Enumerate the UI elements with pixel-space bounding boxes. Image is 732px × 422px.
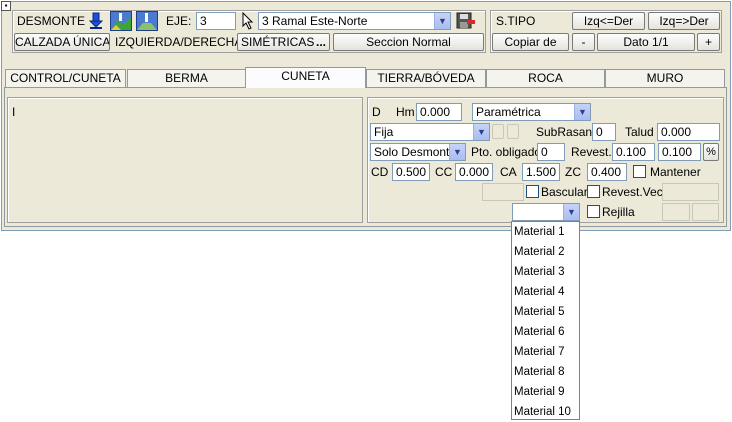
list-item[interactable]: Material 3: [512, 262, 579, 282]
ramal-select[interactable]: 3 Ramal Este-Norte ▼: [258, 12, 451, 30]
fija-select-value: Fija: [374, 125, 394, 139]
tab-tierra-boveda[interactable]: TIERRA/BÓVEDA: [366, 69, 486, 87]
material-select[interactable]: ▼: [512, 203, 580, 221]
calzada-unica-button[interactable]: CALZADA ÚNICA: [14, 33, 110, 51]
list-item[interactable]: Material 5: [512, 302, 579, 322]
revest-vec-label: Revest.Vec.: [602, 185, 667, 199]
bascular-label: Bascular: [541, 185, 588, 199]
rejilla-label: Rejilla: [602, 205, 635, 219]
subrasante-input[interactable]: 0: [592, 123, 616, 141]
revest-input-1[interactable]: 0.100: [612, 143, 655, 161]
ramal-select-value: 3 Ramal Este-Norte: [262, 14, 368, 28]
desmonte-label: DESMONTE: [17, 14, 86, 28]
fija-select[interactable]: Fija ▼: [370, 123, 490, 141]
chevron-down-icon: ▼: [449, 144, 465, 160]
chevron-down-icon: ▼: [563, 204, 579, 220]
terrain-view-icon[interactable]: [110, 11, 132, 31]
disabled-toggle-2: [507, 124, 519, 139]
izq-der-copy-button[interactable]: Izq<=Der: [572, 12, 645, 30]
talud-label: Talud: [625, 125, 654, 139]
bascular-checkbox[interactable]: [526, 185, 539, 198]
pto-obligado-input[interactable]: 0: [537, 143, 565, 161]
cd-label: CD: [371, 165, 389, 179]
dato-button[interactable]: Dato 1/1: [597, 33, 695, 51]
list-item[interactable]: Material 4: [512, 282, 579, 302]
eje-input[interactable]: 3: [196, 12, 236, 30]
mantener-label: Mantener: [650, 165, 701, 179]
mantener-checkbox[interactable]: [633, 165, 646, 178]
simetricas-label: SIMÉTRICAS: [241, 35, 315, 49]
list-item[interactable]: Material 10: [512, 402, 579, 422]
ellipsis-label: ...: [315, 35, 326, 49]
solo-desmonte-select[interactable]: Solo Desmonte ▼: [370, 143, 466, 161]
hm-label: Hm: [396, 105, 415, 119]
ca-input[interactable]: 1.500: [522, 163, 560, 181]
cd-input[interactable]: 0.500: [392, 163, 430, 181]
talud-input[interactable]: 0.000: [657, 123, 720, 141]
rejilla-checkbox[interactable]: [587, 205, 600, 218]
section-view-icon[interactable]: [136, 11, 158, 31]
zc-input[interactable]: 0.400: [587, 163, 627, 181]
disabled-field-1: [482, 183, 524, 201]
hm-input[interactable]: 0.000: [416, 103, 462, 121]
cursor-pick-icon[interactable]: [240, 11, 256, 30]
list-item[interactable]: Material 7: [512, 342, 579, 362]
d-label: D: [372, 105, 381, 119]
material-dropdown-list: Material 1 Material 2 Material 3 Materia…: [511, 221, 580, 420]
list-item[interactable]: Material 6: [512, 322, 579, 342]
simetricas-button[interactable]: SIMÉTRICAS ...: [237, 33, 330, 51]
zc-label: ZC: [565, 165, 581, 179]
revest-vec-checkbox[interactable]: [587, 185, 600, 198]
ca-label: CA: [500, 165, 517, 179]
pto-obligado-label: Pto. obligado: [471, 145, 542, 159]
list-item[interactable]: Material 8: [512, 362, 579, 382]
left-preview-panel: [7, 97, 363, 223]
window-corner-icon: ▪: [1, 1, 11, 11]
list-item[interactable]: Material 2: [512, 242, 579, 262]
chevron-down-icon: ▼: [434, 13, 450, 29]
tab-cuneta[interactable]: CUNETA: [245, 67, 366, 88]
list-item[interactable]: Material 9: [512, 382, 579, 402]
mode-select-value: Paramétrica: [476, 105, 541, 119]
eje-label: EJE:: [166, 14, 192, 28]
percent-button[interactable]: %: [703, 143, 719, 161]
revest-input-2[interactable]: 0.100: [658, 143, 701, 161]
revest-label: Revest.: [571, 145, 612, 159]
izq-der-label: IZQUIERDA/DERECHA: [115, 35, 243, 49]
chevron-down-icon: ▼: [473, 124, 489, 140]
disabled-field-4: [692, 203, 719, 221]
down-arrow-icon[interactable]: [88, 12, 104, 30]
tab-berma[interactable]: BERMA: [127, 69, 246, 87]
tab-muro[interactable]: MURO: [605, 69, 725, 87]
chevron-down-icon: ▼: [574, 104, 590, 120]
tab-roca[interactable]: ROCA: [486, 69, 605, 87]
tab-control-cuneta[interactable]: CONTROL/CUNETA: [5, 69, 126, 87]
disabled-field-3: [662, 203, 690, 221]
disabled-field-2: [662, 183, 719, 201]
left-panel-text: I: [12, 105, 16, 119]
cc-input[interactable]: 0.000: [455, 163, 493, 181]
stipo-title: S.TIPO: [496, 14, 536, 28]
mode-select[interactable]: Paramétrica ▼: [472, 103, 591, 121]
der-izq-copy-button[interactable]: Izq=>Der: [648, 12, 720, 30]
seccion-normal-button[interactable]: Seccion Normal: [333, 33, 484, 51]
plus-button[interactable]: +: [697, 33, 720, 51]
minus-button[interactable]: -: [572, 33, 595, 51]
copiar-de-button[interactable]: Copiar de: [492, 33, 569, 51]
list-item[interactable]: Material 1: [512, 222, 579, 242]
solo-desmonte-value: Solo Desmonte: [374, 145, 457, 159]
disabled-toggle-1: [492, 124, 504, 139]
cc-label: CC: [435, 165, 453, 179]
save-icon[interactable]: [456, 12, 476, 30]
